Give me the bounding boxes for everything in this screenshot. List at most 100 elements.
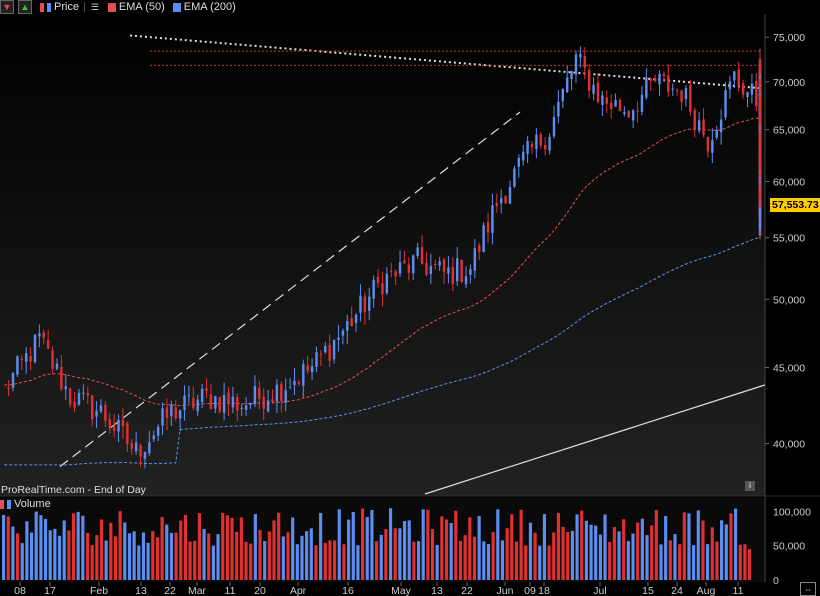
volume-bar [221,512,225,580]
candle-body [390,270,393,272]
volume-bar [174,532,178,580]
x-tick-label: Jul [593,585,606,596]
volume-bar [444,519,449,580]
x-tick-label: Aug [697,585,716,596]
volume-legend[interactable]: Volume [0,498,51,510]
candle-body [315,352,318,367]
candle-body [64,386,67,390]
candle-body [728,81,732,90]
volume-bar [556,512,560,580]
volume-bar [631,533,635,580]
candle-body [328,344,331,361]
volume-bar [454,510,458,580]
candle-body [491,205,494,234]
volume-bar [528,522,533,580]
volume-bar [351,512,355,580]
volume-tick-label: 0 [773,575,779,587]
volume-bar [426,509,430,580]
candle-body [99,405,103,412]
candle-body [469,269,472,275]
volume-bar [640,518,644,580]
candle-body [310,366,314,373]
volume-bar [682,512,686,580]
candle-body [425,262,428,275]
candle-body [552,117,556,137]
candle-body [623,112,626,114]
candle-body [513,168,516,187]
volume-bar [566,531,570,580]
volume-bar [29,532,34,580]
volume-bar [123,522,127,580]
volume-bar [309,528,313,580]
price-chart[interactable]: 40,000 45,000 50,000 55,000 60,000 65,000 70,0… [0,0,820,596]
volume-bar [281,536,285,580]
candle-body [394,271,397,277]
volume-bar [654,510,658,580]
candle-body [55,363,59,370]
volume-bar [584,520,588,580]
candle-body [697,120,701,131]
volume-bar [127,533,132,580]
volume-bar [48,530,52,580]
candle-body [530,143,534,148]
candle-body [653,78,657,82]
volume-bar [636,522,640,580]
candle-body [486,222,490,233]
volume-bar [104,540,108,580]
volume-bar [570,530,574,580]
candle-body [319,353,323,355]
volume-bar [188,541,192,580]
candle-body [504,195,507,204]
candle-body [574,54,578,75]
candle-body [152,435,155,440]
volume-bar [160,516,164,580]
candle-body [750,83,754,95]
candle-body [456,258,459,282]
y-tick-label: 45,000 [773,362,805,374]
last-price-label: 57,553.73 [770,198,820,212]
volume-bar [612,527,616,580]
candle-body [82,392,85,394]
candle-body [359,295,362,313]
volume-bar [76,511,80,580]
candle-body [350,317,353,327]
volume-bar [561,526,565,580]
candle-body [675,90,679,92]
candle-body [715,129,718,138]
volume-bar [151,531,155,580]
volume-bar [552,532,556,580]
candle-body [693,110,696,130]
scroll-arrows-icon[interactable]: ⇔ [800,582,816,596]
candle-body [702,119,705,135]
candle-body [460,260,463,282]
candle-body [363,296,367,312]
candle-body [583,56,586,68]
candle-body [561,89,564,102]
volume-bar [71,513,76,580]
info-icon[interactable]: i [745,481,755,491]
candle-body [134,442,138,452]
x-tick-label: 08 [14,585,26,596]
candle-body [368,296,371,311]
volume-bar [724,524,728,580]
volume-bar [715,541,719,580]
volume-bar [277,512,281,580]
candle-body [253,385,257,405]
volume-bar [39,515,43,580]
x-tick-label: 22 [461,585,473,596]
volume-bar [235,531,239,580]
candle-body [500,198,503,204]
x-tick-label: 24 [671,585,683,596]
candle-body [434,264,437,266]
candle-body [398,262,402,274]
volume-bar [412,541,416,580]
volume-bar [678,544,682,580]
candle-body [508,187,512,204]
candle-body [605,97,608,104]
volume-bar [132,531,136,580]
candle-body [526,140,529,154]
candle-body [192,398,195,409]
volume-bar [300,535,304,580]
volume-bar [62,520,66,580]
candle-body [737,69,740,87]
